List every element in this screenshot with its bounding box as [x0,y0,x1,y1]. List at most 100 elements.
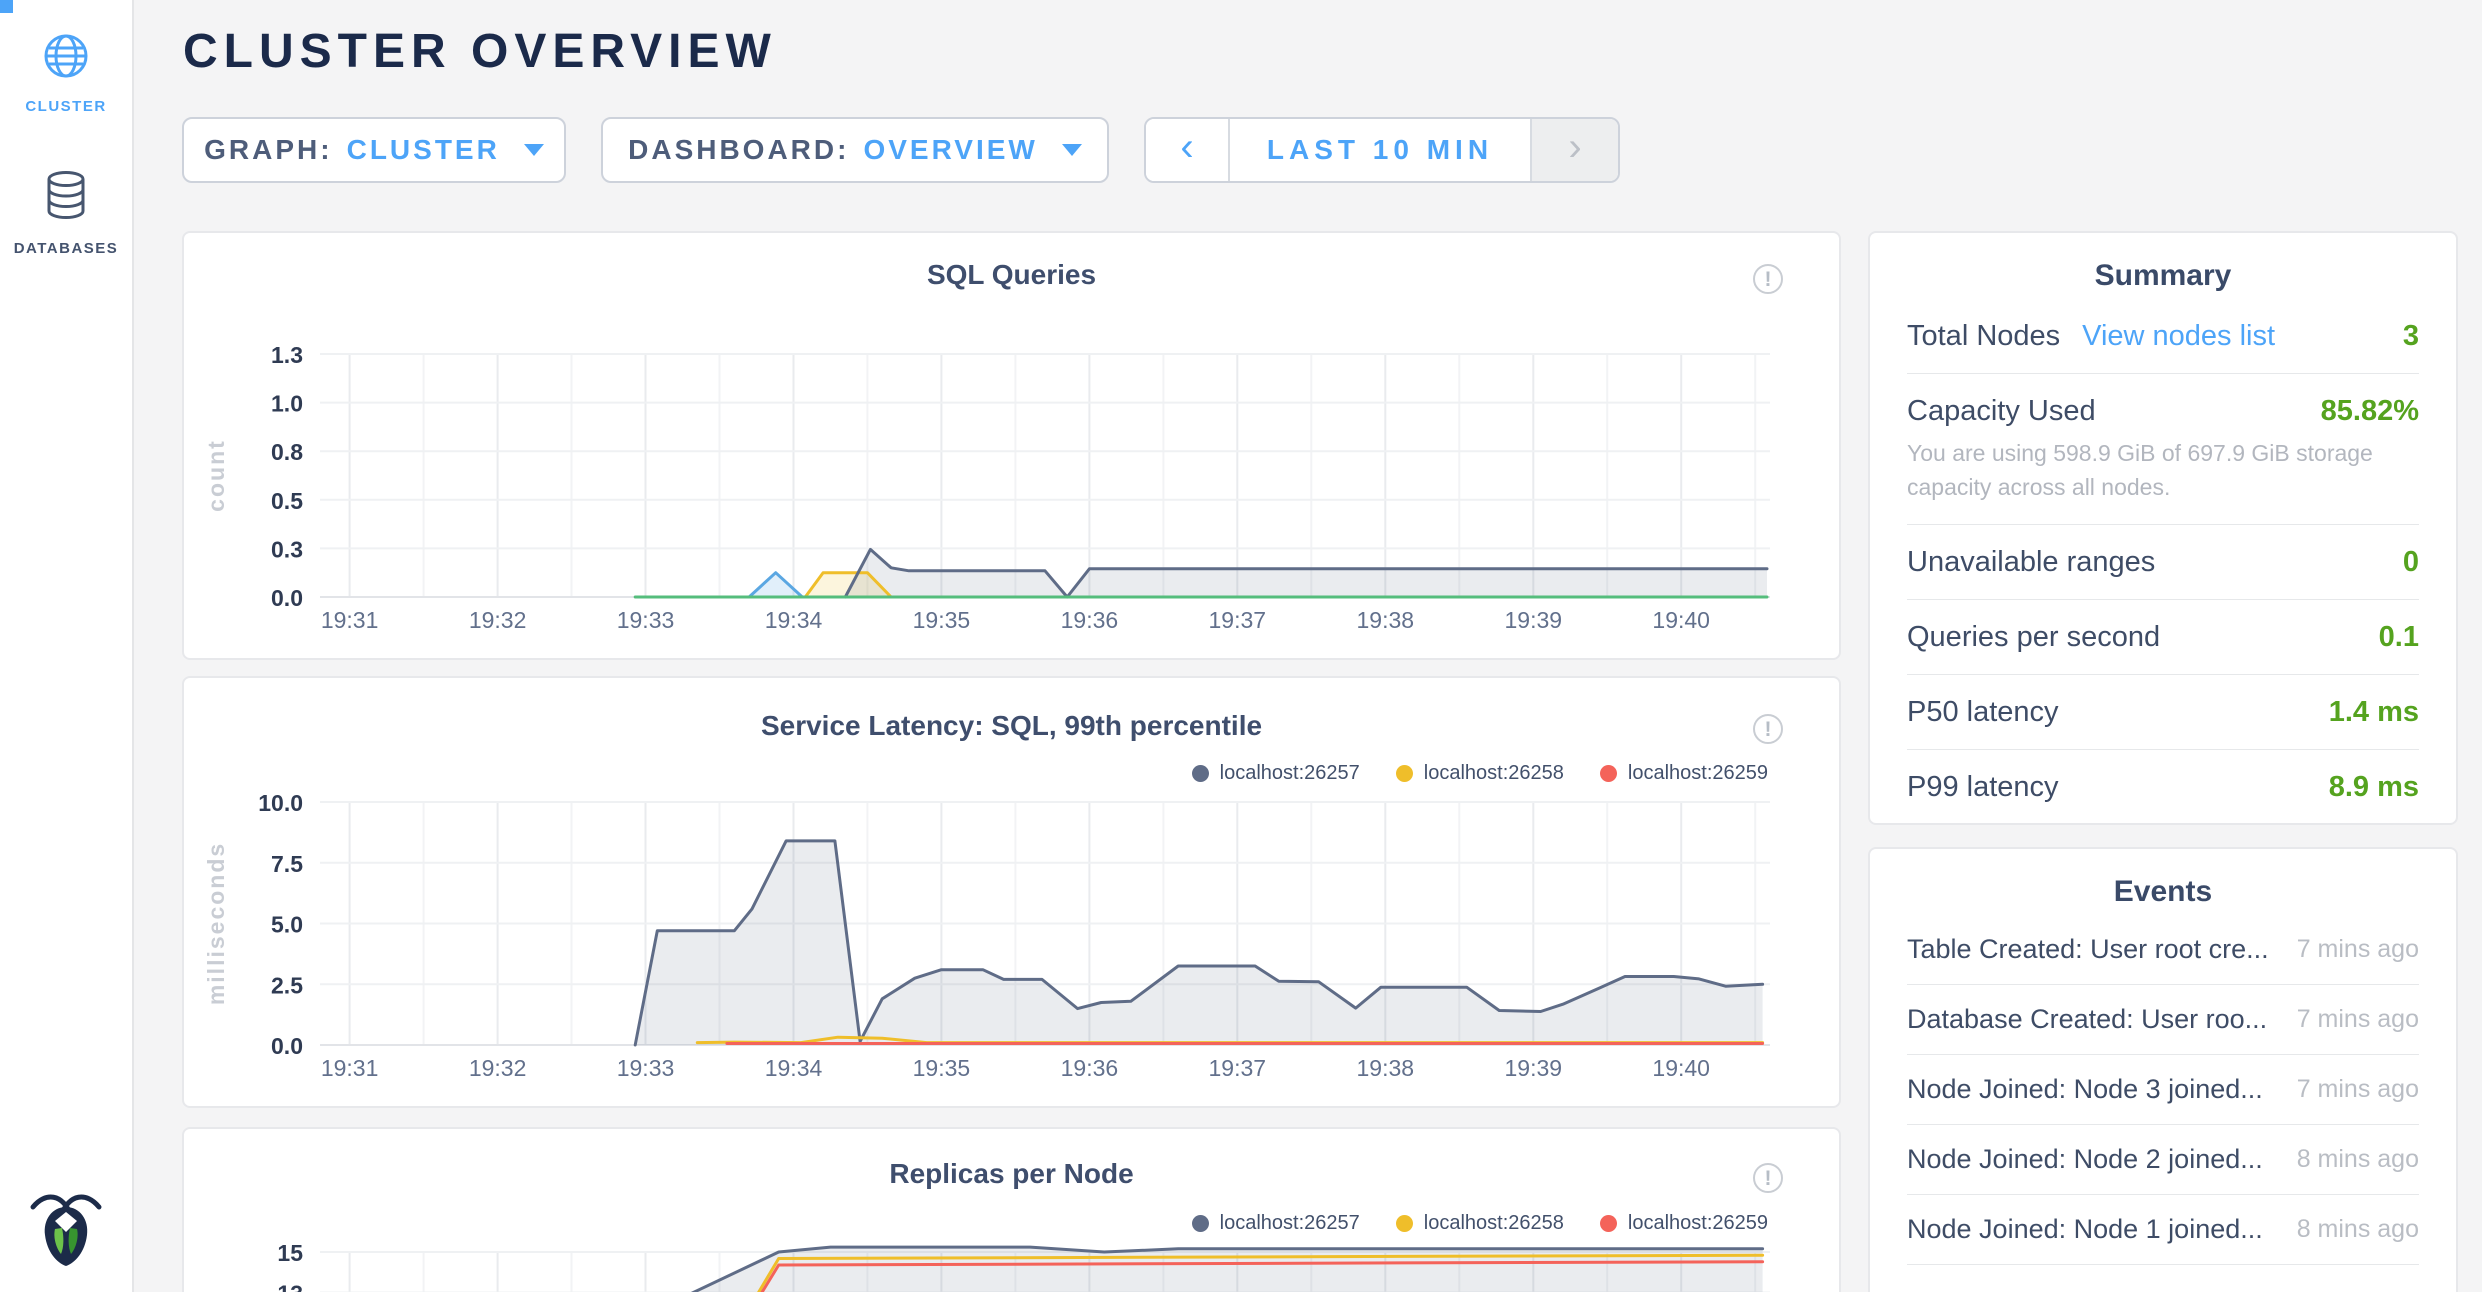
replicas-per-node-chart-panel: Replicas per Node ! localhost:26257local… [182,1127,1841,1292]
svg-text:1.3: 1.3 [271,342,303,368]
svg-text:19:32: 19:32 [469,607,527,633]
corner-accent [0,0,13,13]
summary-label: Queries per second [1907,620,2160,654]
sidebar-item-label: CLUSTER [25,98,106,115]
time-range-picker: ‹ LAST 10 MIN › [1144,117,1620,183]
summary-value: 3 [2403,320,2419,353]
svg-text:count: count [203,439,229,512]
svg-text:19:32: 19:32 [469,1055,527,1081]
svg-text:19:31: 19:31 [321,1055,379,1081]
chevron-right-icon: › [1568,125,1581,170]
svg-text:19:37: 19:37 [1209,607,1267,633]
event-time: 7 mins ago [2297,1005,2419,1034]
event-row: Database Created: User roo... 7 mins ago [1907,985,2419,1055]
dashboard-dropdown[interactable]: DASHBOARD: OVERVIEW [601,117,1109,183]
summary-row-p99-latency: P99 latency 8.9 ms [1907,750,2419,824]
summary-label: Capacity Used [1907,394,2096,428]
svg-text:19:38: 19:38 [1357,607,1415,633]
event-text: Node Joined: Node 1 joined... [1907,1214,2263,1245]
svg-text:7.5: 7.5 [271,851,303,877]
chevron-left-icon: ‹ [1180,125,1193,170]
sidebar: CLUSTER DATABASES [0,0,134,1292]
event-row: Node Joined: Node 1 joined... 8 mins ago [1907,1195,2419,1265]
cluster-overview-page: CLUSTER DATABASES [0,0,2482,1292]
events-title: Events [1870,849,2456,909]
svg-text:0.3: 0.3 [271,536,303,562]
event-time: 8 mins ago [2297,1215,2419,1244]
svg-text:13: 13 [277,1281,303,1292]
svg-text:19:36: 19:36 [1061,607,1119,633]
summary-value: 8.9 ms [2329,771,2419,804]
svg-text:0.0: 0.0 [271,585,303,611]
time-prev-button[interactable]: ‹ [1146,119,1230,181]
time-range-button[interactable]: LAST 10 MIN [1230,119,1530,181]
svg-text:19:35: 19:35 [913,607,971,633]
dashboard-dropdown-value: OVERVIEW [863,134,1037,166]
database-icon [43,170,89,227]
summary-title: Summary [1870,233,2456,293]
svg-text:19:35: 19:35 [913,1055,971,1081]
capacity-subtext: You are using 598.9 GiB of 697.9 GiB sto… [1907,436,2419,504]
event-text: Database Created: User roo... [1907,1004,2267,1035]
summary-row-total-nodes: Total Nodes View nodes list 3 [1907,299,2419,374]
svg-text:19:34: 19:34 [765,1055,823,1081]
svg-text:2.5: 2.5 [271,972,303,998]
svg-text:0.8: 0.8 [271,439,303,465]
summary-label: Unavailable ranges [1907,545,2155,579]
service-latency-chart-panel: Service Latency: SQL, 99th percentile ! … [182,676,1841,1108]
sidebar-item-label: DATABASES [14,240,119,257]
svg-text:5.0: 5.0 [271,912,303,938]
summary-label: Total Nodes [1907,319,2060,353]
svg-text:19:38: 19:38 [1357,1055,1415,1081]
summary-value: 85.82% [2321,395,2419,428]
sidebar-item-databases[interactable]: DATABASES [0,170,132,257]
time-next-button[interactable]: › [1530,119,1618,181]
event-row: Node Joined: Node 2 joined... 8 mins ago [1907,1125,2419,1195]
chart-plot[interactable]: 0.0 0.3 0.5 0.8 1.0 1.3 19:31 19:32 19:33 19:34 19… [184,233,1843,667]
event-time: 8 mins ago [2297,1145,2419,1174]
summary-label: P50 latency [1907,695,2059,729]
event-text: Node Joined: Node 2 joined... [1907,1144,2263,1175]
summary-panel: Summary Total Nodes View nodes list 3 Ca… [1868,231,2458,825]
graph-dropdown[interactable]: GRAPH: CLUSTER [182,117,566,183]
summary-row-capacity-used: Capacity Used 85.82% You are using 598.9… [1907,374,2419,525]
event-row: Table Created: User root cre... 7 mins a… [1907,915,2419,985]
cockroachdb-logo [27,1189,105,1274]
summary-row-queries-per-second: Queries per second 0.1 [1907,600,2419,675]
summary-value: 0 [2403,546,2419,579]
event-time: 7 mins ago [2297,935,2419,964]
svg-text:1.0: 1.0 [271,391,303,417]
svg-text:19:40: 19:40 [1652,607,1710,633]
svg-text:15: 15 [277,1240,303,1266]
summary-value: 1.4 ms [2329,696,2419,729]
chart-plot[interactable]: 035810131519:3119:3219:3319:3419:3519:36… [184,1129,1843,1292]
svg-text:milliseconds: milliseconds [203,842,229,1005]
page-title: CLUSTER OVERVIEW [183,24,777,79]
event-time: 7 mins ago [2297,1075,2419,1104]
sql-queries-chart-panel: SQL Queries ! 0.00.30.50.81.01.319:3119:… [182,231,1841,660]
summary-label: P99 latency [1907,770,2059,804]
summary-value: 0.1 [2379,621,2419,654]
svg-text:19:39: 19:39 [1505,607,1563,633]
svg-text:0.0: 0.0 [271,1033,303,1059]
svg-text:19:34: 19:34 [765,607,823,633]
summary-row-p50-latency: P50 latency 1.4 ms [1907,675,2419,750]
svg-text:19:37: 19:37 [1209,1055,1267,1081]
events-panel: Events Table Created: User root cre... 7… [1868,847,2458,1292]
event-text: Table Created: User root cre... [1907,934,2269,965]
chart-plot[interactable]: 0.0 2.5 5.0 7.5 10.0 19:31 19:32 19:33 19:34 19:3… [184,678,1843,1115]
svg-text:0.5: 0.5 [271,488,303,514]
graph-dropdown-value: CLUSTER [347,134,500,166]
svg-text:19:39: 19:39 [1505,1055,1563,1081]
svg-text:19:33: 19:33 [617,1055,675,1081]
svg-text:10.0: 10.0 [258,790,303,816]
summary-row-unavailable-ranges: Unavailable ranges 0 [1907,525,2419,600]
globe-icon [42,32,90,85]
view-nodes-list-link[interactable]: View nodes list [2082,320,2275,353]
svg-text:19:31: 19:31 [321,607,379,633]
sidebar-item-cluster[interactable]: CLUSTER [0,32,132,115]
chevron-down-icon [524,144,544,156]
svg-text:19:40: 19:40 [1652,1055,1710,1081]
graph-dropdown-label: GRAPH: [204,134,332,166]
svg-text:19:33: 19:33 [617,607,675,633]
